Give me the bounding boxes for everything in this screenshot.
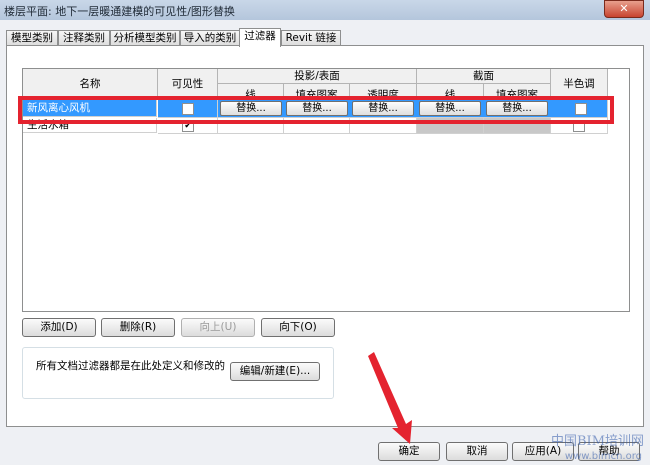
tab-filters[interactable]: 过滤器: [239, 28, 281, 47]
annotation-arrow-icon: [368, 352, 412, 444]
watermark-text: 中国BIM培训网: [551, 434, 644, 449]
watermark-url: www.bimcn.org: [564, 451, 642, 462]
dialog-window: 楼层平面: 地下一层暖通建模的可见性/图形替换 ✕ 模型类别 注释类别 分析模型…: [0, 0, 650, 465]
